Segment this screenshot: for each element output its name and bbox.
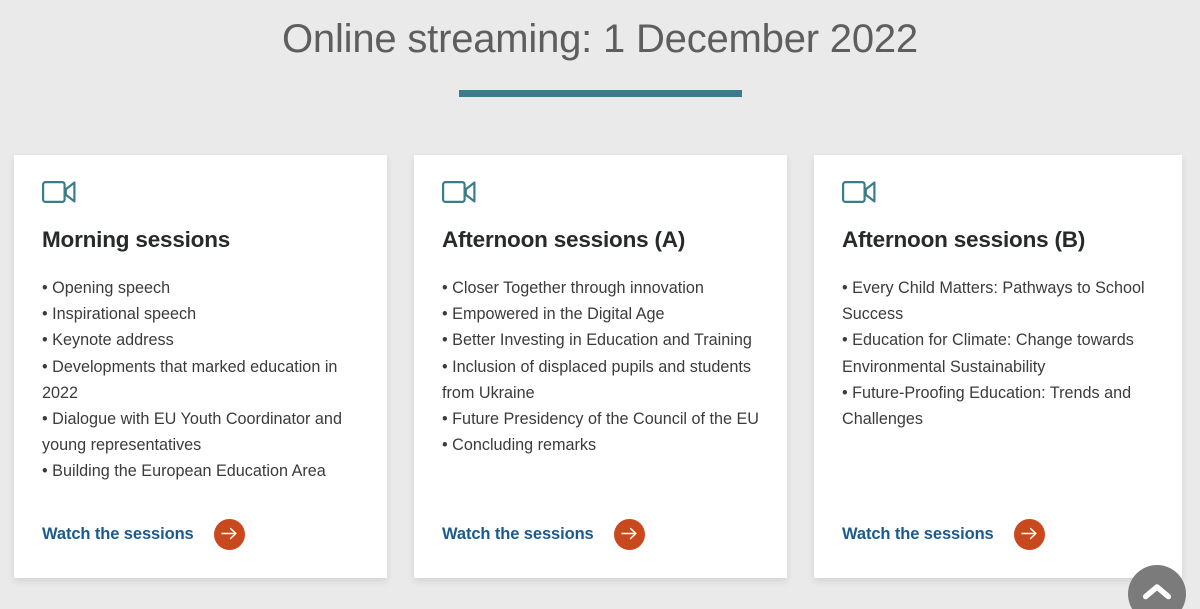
- list-item: Developments that marked education in 20…: [42, 354, 361, 406]
- card-title: Afternoon sessions (B): [842, 227, 1086, 252]
- watch-sessions-link[interactable]: Watch the sessions: [42, 525, 194, 544]
- video-camera-icon: [442, 181, 761, 208]
- session-list: Closer Together through innovation Empow…: [442, 275, 761, 458]
- watch-sessions-link[interactable]: Watch the sessions: [842, 525, 994, 544]
- session-card: Morning sessions Opening speech Inspirat…: [14, 155, 387, 578]
- watch-sessions-arrow-button[interactable]: [613, 519, 645, 550]
- list-item: Keynote address: [42, 327, 361, 353]
- page-title: Online streaming: 1 December 2022: [282, 17, 918, 61]
- video-camera-icon: [42, 181, 361, 208]
- list-item: Future-Proofing Education: Trends and Ch…: [842, 380, 1156, 432]
- card-title: Afternoon sessions (A): [442, 227, 686, 252]
- video-camera-icon: [842, 181, 1156, 208]
- list-item: Future Presidency of the Council of the …: [442, 406, 761, 432]
- title-divider: [458, 90, 742, 97]
- list-item: Inspirational speech: [42, 301, 361, 327]
- watch-sessions-row: Watch the sessions: [42, 519, 245, 550]
- list-item: Inclusion of displaced pupils and studen…: [442, 354, 761, 406]
- page-header: Online streaming: 1 December 2022: [0, 0, 1200, 97]
- session-cards-row: Morning sessions Opening speech Inspirat…: [14, 155, 1186, 578]
- session-list: Every Child Matters: Pathways to School …: [842, 275, 1156, 432]
- watch-sessions-row: Watch the sessions: [442, 519, 645, 550]
- list-item: Closer Together through innovation: [442, 275, 761, 301]
- list-item: Empowered in the Digital Age: [442, 301, 761, 327]
- list-item: Opening speech: [42, 275, 361, 301]
- watch-sessions-arrow-button[interactable]: [1013, 519, 1045, 550]
- session-card: Afternoon sessions (B) Every Child Matte…: [814, 155, 1182, 578]
- watch-sessions-row: Watch the sessions: [842, 519, 1045, 550]
- arrow-right-icon: [1020, 527, 1038, 543]
- list-item: Building the European Education Area: [42, 458, 361, 484]
- list-item: Concluding remarks: [442, 432, 761, 458]
- card-title: Morning sessions: [42, 227, 231, 252]
- list-item: Education for Climate: Change towards En…: [842, 327, 1156, 379]
- watch-sessions-arrow-button[interactable]: [213, 519, 245, 550]
- chevron-up-icon: [1142, 583, 1172, 605]
- watch-sessions-link[interactable]: Watch the sessions: [442, 525, 594, 544]
- session-list: Opening speech Inspirational speech Keyn…: [42, 275, 361, 485]
- arrow-right-icon: [220, 527, 238, 543]
- list-item: Dialogue with EU Youth Coordinator and y…: [42, 406, 361, 458]
- list-item: Better Investing in Education and Traini…: [442, 327, 761, 353]
- list-item: Every Child Matters: Pathways to School …: [842, 275, 1156, 327]
- arrow-right-icon: [620, 527, 638, 543]
- session-card: Afternoon sessions (A) Closer Together t…: [414, 155, 787, 578]
